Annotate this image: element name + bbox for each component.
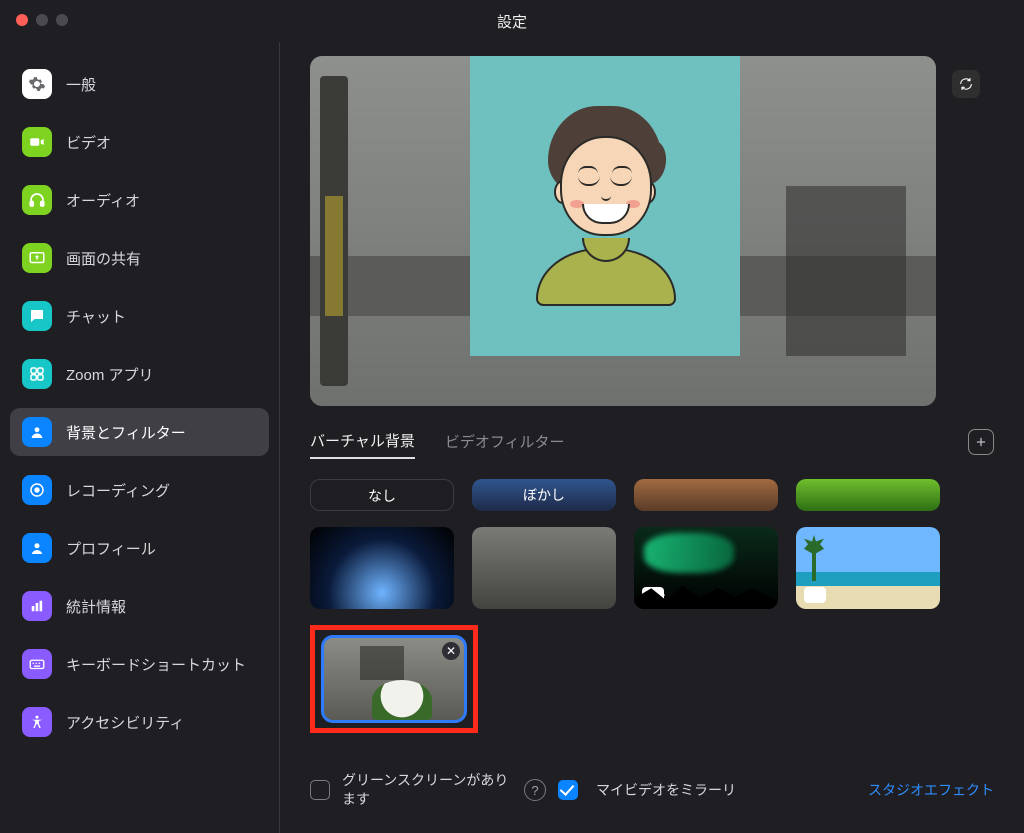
stats-icon: [22, 591, 52, 621]
background-gallery: なし ぼかし: [310, 479, 994, 733]
rotate-camera-button[interactable]: [952, 70, 980, 98]
sidebar-item-background-filters[interactable]: 背景とフィルター: [10, 408, 269, 456]
window-controls: [16, 14, 68, 26]
sidebar-item-label: オーディオ: [66, 190, 140, 211]
preview-avatar-card: [470, 56, 740, 356]
bg-thumb-earth[interactable]: [310, 527, 454, 609]
bg-thumb-none[interactable]: なし: [310, 479, 454, 511]
remove-background-button[interactable]: ✕: [442, 642, 460, 660]
greenscreen-label: グリーンスクリーンがあります: [342, 771, 512, 809]
bg-thumb-aurora[interactable]: [634, 527, 778, 609]
sidebar-item-keyboard-shortcuts[interactable]: キーボードショートカット: [10, 640, 269, 688]
add-background-button[interactable]: [968, 429, 994, 455]
sidebar-item-label: 一般: [66, 74, 96, 95]
sidebar-item-label: 画面の共有: [66, 248, 141, 269]
gear-icon: [22, 69, 52, 99]
main-panel: バーチャル背景 ビデオフィルター なし ぼかし: [280, 42, 1024, 833]
video-icon: [22, 127, 52, 157]
sidebar-item-zoom-apps[interactable]: Zoom アプリ: [10, 350, 269, 398]
sidebar-item-general[interactable]: 一般: [10, 60, 269, 108]
sidebar-item-audio[interactable]: オーディオ: [10, 176, 269, 224]
window-title: 設定: [0, 11, 1024, 32]
bg-thumb-custom-highlight: ✕: [310, 625, 478, 733]
sidebar-item-label: Zoom アプリ: [66, 364, 154, 385]
sidebar-item-video[interactable]: ビデオ: [10, 118, 269, 166]
chat-icon: [22, 301, 52, 331]
bg-thumb-bridge[interactable]: [634, 479, 778, 511]
bg-thumb-beach[interactable]: [796, 527, 940, 609]
bg-thumb-label: なし: [311, 486, 453, 506]
bg-thumb-office[interactable]: [472, 527, 616, 609]
sidebar-item-label: レコーディング: [66, 480, 170, 501]
minimize-window-button[interactable]: [36, 14, 48, 26]
record-icon: [22, 475, 52, 505]
close-window-button[interactable]: [16, 14, 28, 26]
sidebar-item-chat[interactable]: チャット: [10, 292, 269, 340]
bg-thumb-grass[interactable]: [796, 479, 940, 511]
share-screen-icon: [22, 243, 52, 273]
sidebar-item-statistics[interactable]: 統計情報: [10, 582, 269, 630]
sidebar-item-label: チャット: [66, 306, 126, 327]
keyboard-icon: [22, 649, 52, 679]
tab-virtual-background[interactable]: バーチャル背景: [310, 424, 415, 459]
accessibility-icon: [22, 707, 52, 737]
sidebar-item-label: 背景とフィルター: [66, 422, 186, 443]
sidebar-item-recording[interactable]: レコーディング: [10, 466, 269, 514]
mirror-video-checkbox[interactable]: [558, 780, 578, 800]
footer-controls: グリーンスクリーンがあります ? マイビデオをミラーリ スタジオエフェクト: [310, 771, 994, 809]
apps-icon: [22, 359, 52, 389]
sidebar-item-accessibility[interactable]: アクセシビリティ: [10, 698, 269, 746]
titlebar: 設定: [0, 0, 1024, 42]
mirror-video-label: マイビデオをミラーリ: [596, 780, 736, 800]
sidebar-item-profile[interactable]: プロフィール: [10, 524, 269, 572]
sidebar-item-label: プロフィール: [66, 538, 156, 559]
bg-thumb-blur[interactable]: ぼかし: [472, 479, 616, 511]
video-preview: [310, 56, 994, 406]
sidebar-item-share-screen[interactable]: 画面の共有: [10, 234, 269, 282]
video-badge-icon: [804, 587, 826, 603]
studio-effects-link[interactable]: スタジオエフェクト: [868, 780, 994, 800]
sidebar-item-label: 統計情報: [66, 596, 126, 617]
settings-sidebar: 一般 ビデオ オーディオ 画面の共有 チャット: [0, 42, 280, 833]
greenscreen-checkbox[interactable]: [310, 780, 330, 800]
sidebar-item-label: ビデオ: [66, 132, 111, 153]
tab-video-filters[interactable]: ビデオフィルター: [445, 425, 565, 458]
sidebar-item-label: アクセシビリティ: [66, 712, 184, 733]
background-icon: [22, 417, 52, 447]
zoom-window-button[interactable]: [56, 14, 68, 26]
headphones-icon: [22, 185, 52, 215]
bg-thumb-label: ぼかし: [472, 485, 616, 505]
help-icon[interactable]: ?: [524, 779, 546, 801]
background-tabs: バーチャル背景 ビデオフィルター: [310, 424, 994, 459]
sidebar-item-label: キーボードショートカット: [66, 654, 246, 675]
bg-thumb-custom-selected[interactable]: ✕: [321, 635, 467, 723]
video-badge-icon: [642, 587, 664, 603]
profile-icon: [22, 533, 52, 563]
